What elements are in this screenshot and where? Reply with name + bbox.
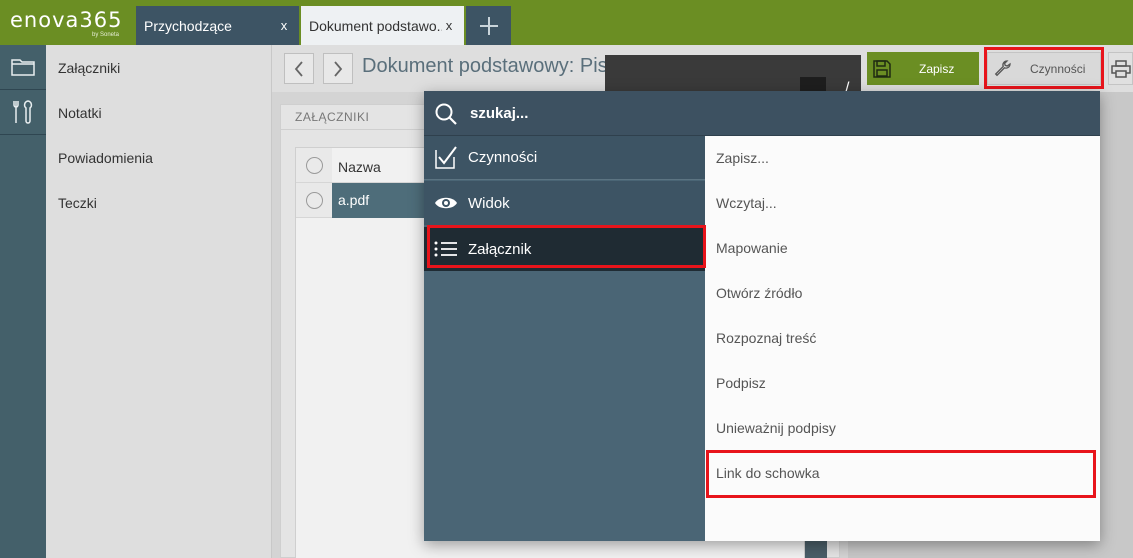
menu-categories: Czynności Widok Załącznik <box>424 136 705 541</box>
menu-category-zalacznik[interactable]: Załącznik <box>424 227 705 271</box>
menu-category-label: Czynności <box>468 149 538 166</box>
list-icon <box>424 227 468 271</box>
wrench-icon <box>994 60 1011 77</box>
row-checkbox[interactable] <box>296 183 332 218</box>
menu-item-wczytaj[interactable]: Wczytaj... <box>716 195 777 211</box>
chevron-right-icon <box>334 60 343 77</box>
menu-item-link-do-schowka[interactable]: Link do schowka <box>716 465 820 481</box>
print-button[interactable] <box>1108 52 1133 85</box>
tab-przychodzace[interactable]: Przychodzące x <box>136 6 299 45</box>
menu-item-podpisz[interactable]: Podpisz <box>716 375 766 391</box>
menu-item-rozpoznaj-tresc[interactable]: Rozpoznaj treść <box>716 330 816 346</box>
select-all-checkbox[interactable] <box>296 148 332 183</box>
top-bar: enova365 by Soneta Przychodzące x Dokume… <box>0 0 1133 45</box>
save-icon <box>873 60 891 78</box>
new-tab-button[interactable] <box>466 6 511 45</box>
checkbox-icon <box>424 136 468 180</box>
actions-button-label: Czynności <box>1030 62 1086 76</box>
folder-icon <box>11 59 35 76</box>
menu-category-widok[interactable]: Widok <box>424 181 705 225</box>
tab-dokument[interactable]: Dokument podstawo... x <box>301 6 464 45</box>
eye-icon <box>424 181 468 225</box>
sidebar-item-notatki[interactable]: Notatki <box>58 105 102 121</box>
actions-menu: szukaj... Czynności Widok Załącznik Zapi… <box>424 91 1100 541</box>
panel-title: ZAŁĄCZNIKI <box>295 110 370 124</box>
icon-rail <box>0 45 46 558</box>
menu-item-mapowanie[interactable]: Mapowanie <box>716 240 788 256</box>
menu-actions: Zapisz... Wczytaj... Mapowanie Otwórz źr… <box>705 136 1100 541</box>
menu-item-zapisz[interactable]: Zapisz... <box>716 150 769 166</box>
radio-circle <box>305 191 323 209</box>
side-nav: Załączniki Notatki Powiadomienia Teczki <box>46 45 272 558</box>
rail-divider <box>0 134 46 135</box>
sidebar-item-powiadomienia[interactable]: Powiadomienia <box>58 150 153 166</box>
logo-text: enova365 <box>10 8 123 32</box>
plus-icon <box>479 16 498 35</box>
actions-button[interactable]: Czynności <box>987 52 1101 85</box>
sidebar-item-zalaczniki[interactable]: Załączniki <box>58 60 120 76</box>
forward-button[interactable] <box>323 53 353 84</box>
menu-item-otworz-zrodlo[interactable]: Otwórz źródło <box>716 285 802 301</box>
sidebar-item-teczki[interactable]: Teczki <box>58 195 97 211</box>
print-icon <box>1111 60 1131 78</box>
tab-close-button[interactable]: x <box>442 18 456 33</box>
search-icon <box>435 103 457 125</box>
menu-search-bar[interactable]: szukaj... <box>424 91 1100 136</box>
menu-category-label: Widok <box>468 194 510 212</box>
rail-attachments-button[interactable] <box>0 45 46 89</box>
table-row[interactable]: a.pdf <box>332 183 426 218</box>
menu-item-uniewaznij-podpisy[interactable]: Unieważnij podpisy <box>716 420 836 436</box>
rail-tools-button[interactable] <box>0 90 46 134</box>
save-button-label: Zapisz <box>919 62 955 76</box>
chevron-left-icon <box>294 60 303 77</box>
tab-label: Dokument podstawo... <box>309 17 442 34</box>
tab-close-button[interactable]: x <box>277 18 291 33</box>
back-button[interactable] <box>284 53 314 84</box>
menu-category-czynnosci[interactable]: Czynności <box>424 136 705 180</box>
search-input[interactable]: szukaj... <box>470 105 528 122</box>
logo: enova365 by Soneta <box>10 8 130 38</box>
radio-circle <box>305 156 323 174</box>
save-button[interactable]: Zapisz <box>867 52 979 85</box>
tools-icon <box>13 100 33 124</box>
logo-subtext: by Soneta <box>92 32 120 38</box>
tab-label: Przychodzące <box>144 17 232 34</box>
menu-category-label: Załącznik <box>468 240 532 258</box>
